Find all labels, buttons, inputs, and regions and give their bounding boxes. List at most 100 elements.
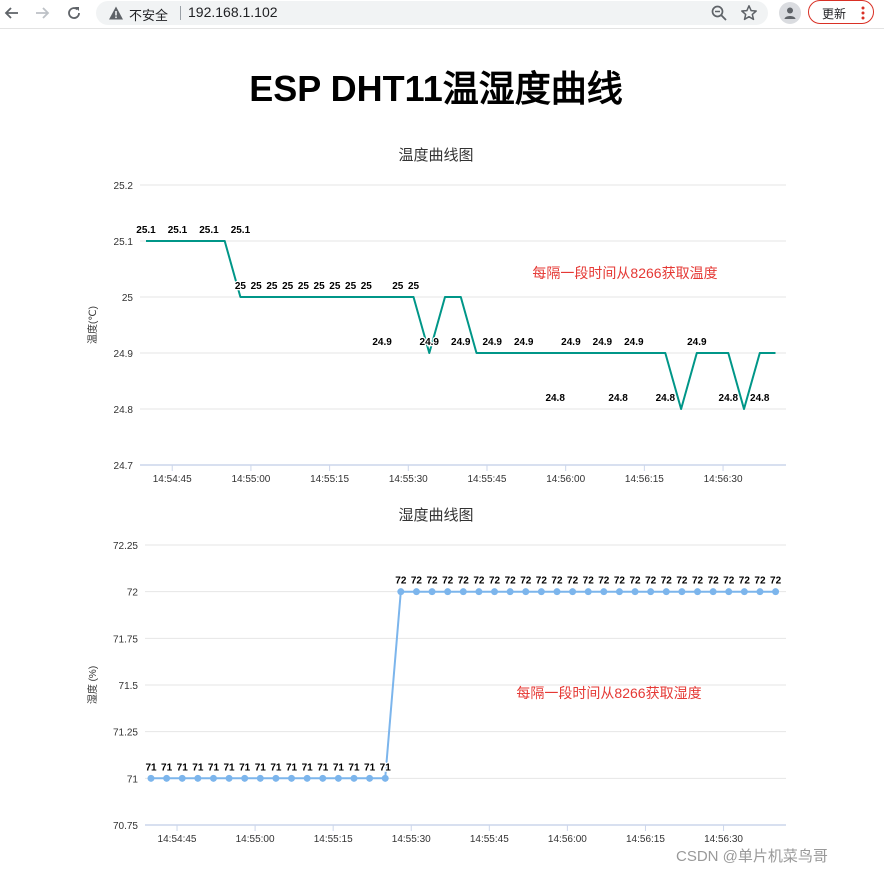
back-button[interactable] <box>1 2 23 24</box>
y-axis-label: 温度(℃) <box>86 306 99 344</box>
reload-icon <box>68 7 80 19</box>
data-label: 24.9 <box>624 337 644 348</box>
x-tick-label: 14:54:45 <box>153 474 192 485</box>
data-label: 72 <box>458 576 470 587</box>
data-point <box>194 774 202 782</box>
data-label: 24.9 <box>687 337 707 348</box>
forward-button[interactable] <box>31 2 53 24</box>
more-vert-icon <box>861 6 865 20</box>
x-tick-label: 14:55:15 <box>314 834 353 845</box>
x-tick-label: 14:55:00 <box>236 834 275 845</box>
forward-arrow-icon <box>36 7 50 19</box>
data-point <box>225 774 233 782</box>
y-tick-label: 25.1 <box>114 237 134 248</box>
temperature-chart: 温度曲线图温度(℃) 24.7 24.8 24.9 25 25.1 25.2 14:54:45… <box>86 147 786 485</box>
data-label: 72 <box>614 576 626 587</box>
data-label: 72 <box>645 576 657 587</box>
data-label: 71 <box>286 762 298 773</box>
data-label: 24.9 <box>482 337 502 348</box>
data-label: 71 <box>255 762 267 773</box>
data-label: 72 <box>395 576 407 587</box>
data-point <box>209 774 217 782</box>
data-label: 25.1 <box>136 225 156 236</box>
data-label: 25 <box>408 281 420 292</box>
y-tick-label: 25.2 <box>114 181 134 192</box>
data-label: 72 <box>629 576 641 587</box>
chart-title: 湿度曲线图 <box>398 507 473 524</box>
data-point <box>272 774 280 782</box>
update-button[interactable]: 更新 <box>808 0 874 24</box>
data-point <box>522 588 530 596</box>
data-label: 72 <box>473 576 485 587</box>
data-point <box>428 588 436 596</box>
data-label: 24.8 <box>656 393 676 404</box>
data-label: 24.9 <box>561 337 581 348</box>
y-tick-label: 71.75 <box>113 634 138 645</box>
data-label: 72 <box>536 576 548 587</box>
x-tick-label: 14:55:30 <box>392 834 431 845</box>
x-tick-label: 14:56:30 <box>704 474 743 485</box>
data-point <box>475 588 483 596</box>
data-label: 72 <box>583 576 595 587</box>
data-label: 25.1 <box>199 225 219 236</box>
y-tick-label: 71.5 <box>119 681 139 692</box>
data-label: 24.9 <box>372 337 392 348</box>
y-tick-label: 71 <box>127 774 139 785</box>
chart-annotation: 每隔一段时间从8266获取湿度 <box>516 685 701 701</box>
security-status[interactable]: 不安全 <box>129 5 168 24</box>
data-point <box>600 588 608 596</box>
data-point <box>397 588 405 596</box>
data-point <box>662 588 670 596</box>
data-label: 24.8 <box>608 393 628 404</box>
data-point <box>647 588 655 596</box>
data-point <box>694 588 702 596</box>
address-divider <box>180 6 181 20</box>
data-label: 72 <box>520 576 532 587</box>
data-label: 24.8 <box>545 393 565 404</box>
chart-annotation: 每隔一段时间从8266获取温度 <box>532 265 717 281</box>
x-tick-label: 14:56:00 <box>546 474 585 485</box>
data-point <box>381 774 389 782</box>
data-point <box>631 588 639 596</box>
data-point <box>569 588 577 596</box>
data-label: 71 <box>224 762 236 773</box>
data-point <box>147 774 155 782</box>
star-icon[interactable] <box>740 4 758 22</box>
watermark: CSDN @单片机菜鸟哥 <box>676 848 828 865</box>
data-label: 72 <box>676 576 688 587</box>
data-label: 72 <box>739 576 751 587</box>
url-text[interactable]: 192.168.1.102 <box>188 4 278 20</box>
data-point <box>772 588 780 596</box>
data-label: 72 <box>770 576 782 587</box>
data-point <box>537 588 545 596</box>
data-label: 25 <box>298 281 310 292</box>
page-title: ESP DHT11温湿度曲线 <box>249 68 623 109</box>
data-point <box>241 774 249 782</box>
data-label: 72 <box>708 576 720 587</box>
data-label: 25 <box>345 281 357 292</box>
data-point <box>366 774 374 782</box>
y-tick-label: 71.25 <box>113 728 138 739</box>
data-label: 71 <box>380 762 392 773</box>
data-label: 72 <box>505 576 517 587</box>
x-tick-label: 14:55:15 <box>310 474 349 485</box>
back-arrow-icon <box>4 7 18 19</box>
warning-icon[interactable] <box>108 5 124 21</box>
y-axis-label: 湿度 (%) <box>86 666 99 704</box>
data-label: 25.1 <box>168 225 188 236</box>
x-tick-label: 14:55:30 <box>389 474 428 485</box>
profile-button[interactable] <box>779 2 801 24</box>
reload-button[interactable] <box>63 2 85 24</box>
data-point <box>615 588 623 596</box>
zoom-icon[interactable] <box>710 4 728 22</box>
browser-toolbar: 不安全 192.168.1.102 更新 <box>0 0 884 29</box>
data-label: 25 <box>235 281 247 292</box>
data-point <box>756 588 764 596</box>
data-label: 71 <box>208 762 220 773</box>
data-label: 24.9 <box>420 337 440 348</box>
humidity-chart: 湿度曲线图湿度 (%) 70.75 71 71.25 71.5 71.75 72 72.25 1… <box>86 507 786 845</box>
data-label: 24.9 <box>593 337 613 348</box>
profile-icon <box>784 7 796 19</box>
address-bar[interactable]: 不安全 192.168.1.102 <box>96 1 768 25</box>
data-label: 71 <box>270 762 282 773</box>
